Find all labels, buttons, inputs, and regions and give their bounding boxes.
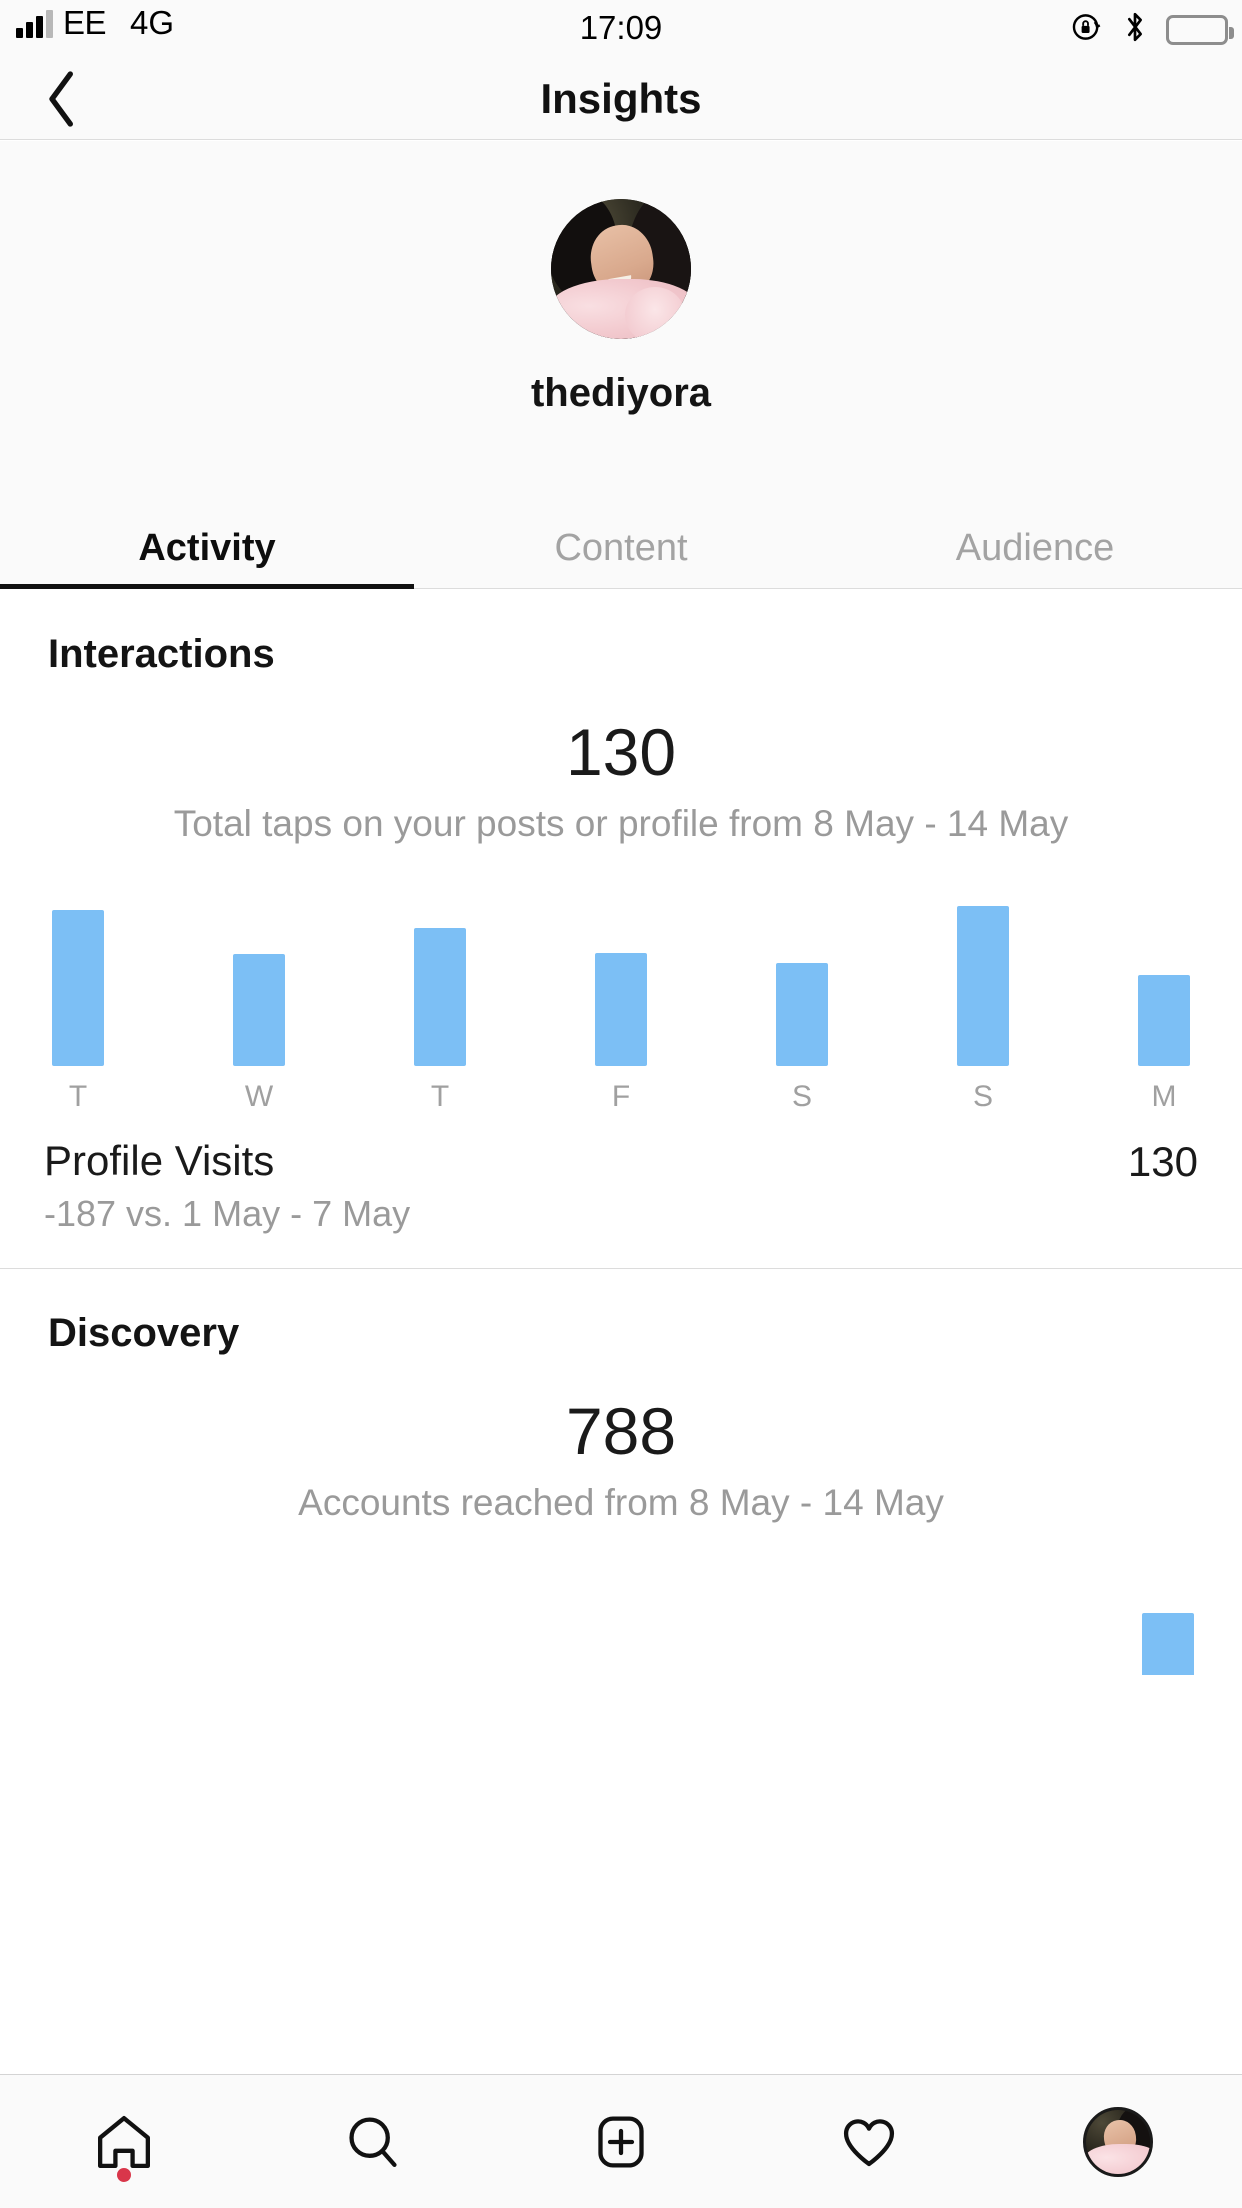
interactions-section: Interactions 130 Total taps on your post… (0, 590, 1242, 1268)
bar-column: F (587, 953, 655, 1112)
profile-visits-subtitle: -187 vs. 1 May - 7 May (44, 1194, 410, 1234)
bar-label: W (245, 1082, 273, 1112)
bar-label: S (973, 1082, 993, 1112)
status-bar-right (1070, 10, 1228, 49)
nav-profile[interactable] (994, 2075, 1242, 2208)
tab-audience[interactable]: Audience (828, 509, 1242, 588)
status-bar-clock: 17:09 (0, 9, 1242, 47)
interactions-description: Total taps on your posts or profile from… (0, 801, 1242, 846)
interactions-bar-chart: T W T F S S M (0, 892, 1242, 1112)
bar-label: T (69, 1082, 87, 1112)
chart-bar (957, 906, 1009, 1066)
discovery-bar-chart (0, 1525, 1242, 1675)
bar-column: S (949, 906, 1017, 1112)
tab-activity-label: Activity (138, 527, 275, 570)
chart-bar (52, 910, 104, 1066)
status-bar: EE 4G 17:09 (0, 0, 1242, 58)
chart-bar (1138, 975, 1190, 1066)
bar-label: M (1152, 1082, 1177, 1112)
profile-username: thediyora (0, 371, 1242, 416)
chart-bar (233, 954, 285, 1066)
bar-label: T (431, 1082, 449, 1112)
tab-audience-label: Audience (956, 527, 1114, 570)
profile-visits-row[interactable]: Profile Visits -187 vs. 1 May - 7 May 13… (0, 1112, 1242, 1268)
nav-new-post[interactable] (497, 2075, 745, 2208)
tab-content[interactable]: Content (414, 509, 828, 588)
nav-search[interactable] (248, 2075, 496, 2208)
insights-content: Interactions 130 Total taps on your post… (0, 590, 1242, 1675)
bar-column: T (406, 928, 474, 1112)
avatar[interactable] (551, 199, 691, 339)
nav-activity[interactable] (745, 2075, 993, 2208)
nav-home[interactable] (0, 2075, 248, 2208)
insights-tabs: Activity Content Audience (0, 509, 1242, 589)
tab-activity[interactable]: Activity (0, 509, 414, 588)
home-notification-dot (117, 2168, 131, 2182)
discovery-description: Accounts reached from 8 May - 14 May (0, 1480, 1242, 1525)
bar-label: S (792, 1082, 812, 1112)
bar-column: T (44, 910, 112, 1112)
bluetooth-icon (1122, 10, 1148, 49)
nav-header: Insights (0, 58, 1242, 140)
bottom-nav-bar (0, 2074, 1242, 2208)
profile-visits-value: 130 (1128, 1138, 1198, 1186)
discovery-title: Discovery (0, 1269, 1242, 1356)
page-title: Insights (0, 75, 1242, 123)
discovery-value: 788 (0, 1398, 1242, 1464)
home-icon (93, 2111, 155, 2173)
interactions-title: Interactions (0, 590, 1242, 677)
profile-visits-left: Profile Visits -187 vs. 1 May - 7 May (44, 1138, 410, 1234)
chart-bar (414, 928, 466, 1066)
chart-bar (776, 963, 828, 1066)
profile-header: thediyora (0, 141, 1242, 509)
bar-label: F (612, 1082, 630, 1112)
chart-bar (595, 953, 647, 1066)
heart-icon (838, 2111, 900, 2173)
profile-avatar-icon (1083, 2107, 1153, 2177)
battery-icon (1166, 15, 1228, 45)
discovery-section: Discovery 788 Accounts reached from 8 Ma… (0, 1269, 1242, 1675)
search-icon (342, 2111, 404, 2173)
profile-visits-title: Profile Visits (44, 1138, 410, 1184)
chart-bar (1142, 1613, 1194, 1675)
bar-column: S (768, 963, 836, 1112)
rotation-lock-icon (1070, 10, 1104, 49)
tab-content-label: Content (554, 527, 687, 570)
bar-column: M (1130, 975, 1198, 1112)
interactions-value: 130 (0, 719, 1242, 785)
add-post-icon (590, 2111, 652, 2173)
bar-column: W (225, 954, 293, 1112)
